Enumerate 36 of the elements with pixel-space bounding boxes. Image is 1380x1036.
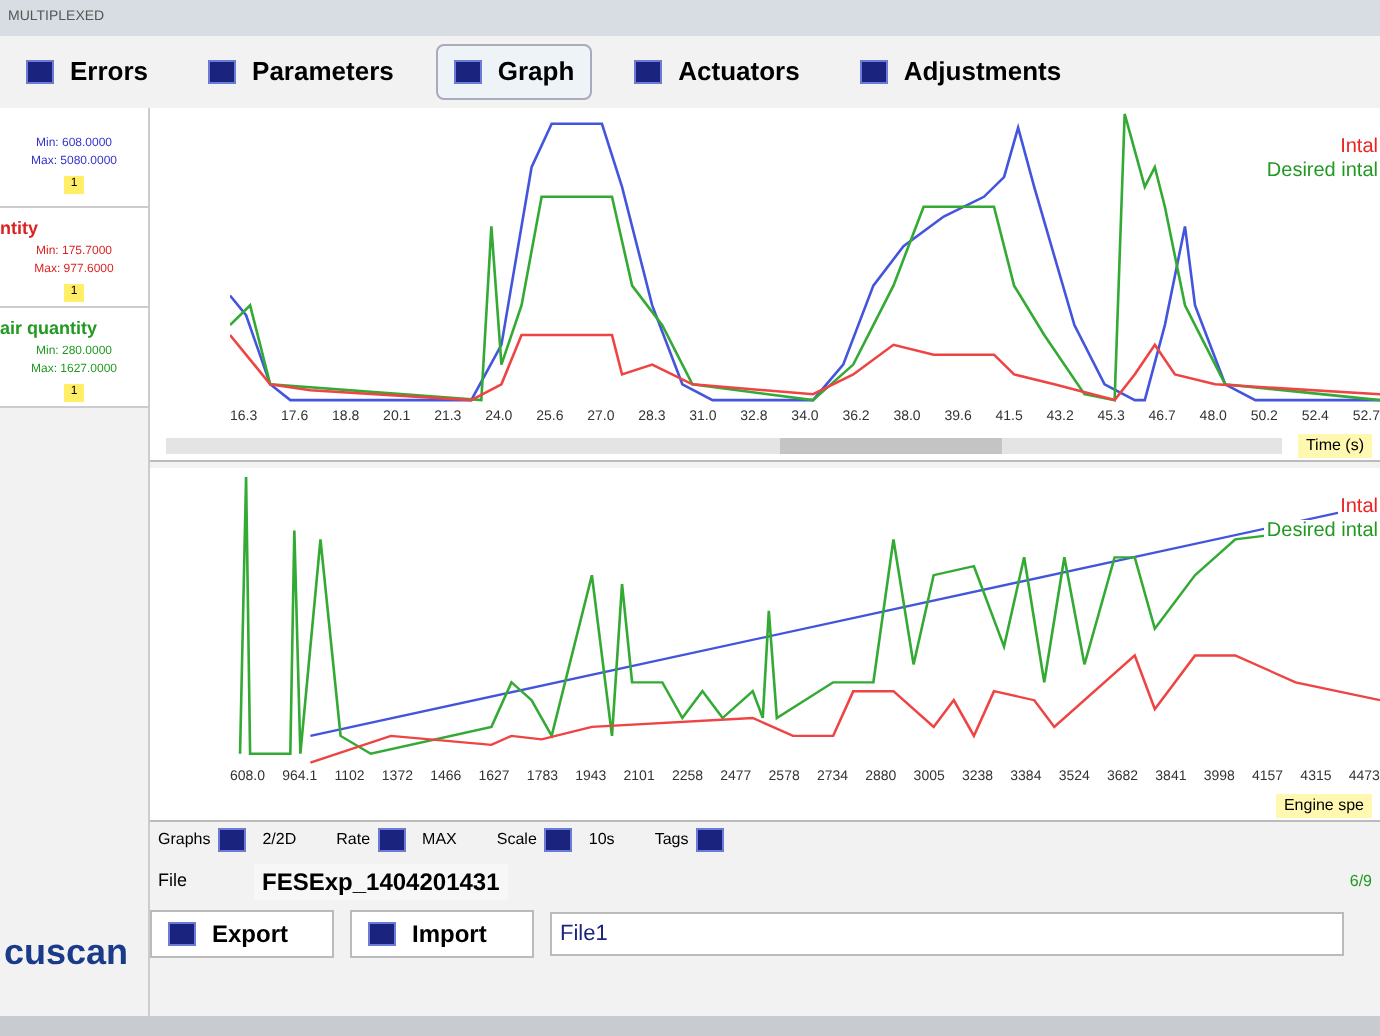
- key-icon: [453, 60, 482, 84]
- key-icon: [26, 60, 54, 84]
- control-label: Scale: [496, 828, 537, 852]
- control-label: Rate: [336, 828, 371, 852]
- file-dropdown[interactable]: FESExp_1404201431: [254, 864, 508, 900]
- key-icon: [696, 828, 725, 852]
- scrollbar[interactable]: [166, 438, 1282, 454]
- tab[interactable]: Adjustments: [841, 44, 1080, 100]
- tab[interactable]: Graph: [435, 44, 593, 100]
- key-icon: [368, 922, 396, 946]
- key-icon: [218, 828, 247, 852]
- axis-title: Time (s): [1297, 434, 1372, 458]
- tab[interactable]: Actuators: [616, 44, 818, 100]
- tab[interactable]: Errors: [8, 44, 167, 100]
- tab[interactable]: Parameters: [190, 44, 412, 100]
- action-button[interactable]: Import: [350, 910, 534, 958]
- key-icon: [378, 828, 407, 852]
- logo: cuscan: [2, 930, 131, 976]
- key-icon: [208, 60, 237, 84]
- key-icon: [544, 828, 573, 852]
- file-label: File: [156, 868, 190, 895]
- control-value[interactable]: 2/2D: [254, 828, 305, 852]
- control-value[interactable]: MAX: [414, 828, 465, 852]
- name-field[interactable]: File1: [550, 912, 1344, 956]
- key-icon: [859, 60, 888, 84]
- parameter-name: air quantity: [0, 316, 98, 342]
- control-value[interactable]: 10s: [580, 828, 623, 852]
- action-button[interactable]: Export: [150, 910, 334, 958]
- legend-label: Intal: [1338, 496, 1380, 520]
- axis-title: Engine spe: [1275, 794, 1372, 818]
- control-label: Graphs: [158, 828, 211, 852]
- file-count: 6/9: [1349, 870, 1374, 894]
- key-icon: [634, 60, 663, 84]
- control-label: Tags: [654, 828, 689, 852]
- key-icon: [168, 922, 196, 946]
- parameter-name: ntity: [0, 216, 38, 242]
